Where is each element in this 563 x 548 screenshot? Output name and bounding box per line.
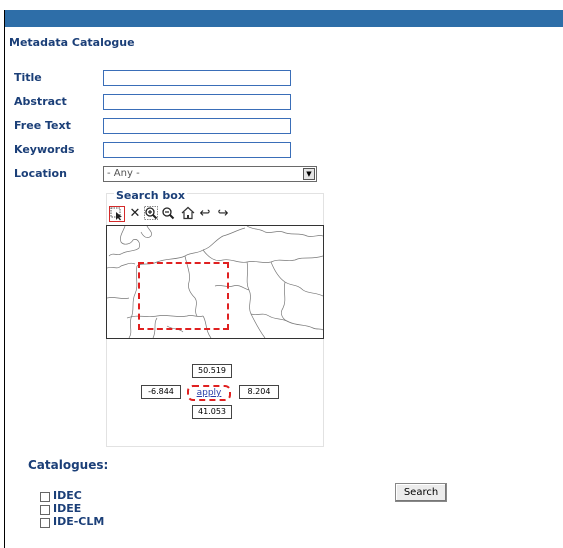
free-text-label: Free Text bbox=[14, 119, 71, 132]
page-title: Metadata Catalogue bbox=[9, 36, 135, 49]
keywords-field[interactable] bbox=[103, 142, 291, 158]
back-icon[interactable]: ↩ bbox=[197, 206, 213, 222]
location-selected-value: - Any - bbox=[107, 168, 140, 179]
north-coordinate-field[interactable]: 50.519 bbox=[192, 364, 232, 378]
abstract-field[interactable] bbox=[103, 94, 291, 110]
apply-link[interactable]: apply bbox=[187, 385, 231, 401]
home-icon[interactable] bbox=[180, 206, 196, 222]
catalogues-label: Catalogues: bbox=[28, 458, 109, 472]
select-tool-icon[interactable] bbox=[109, 206, 125, 222]
south-coordinate-field[interactable]: 41.053 bbox=[192, 405, 232, 419]
search-button[interactable]: Search bbox=[395, 483, 447, 502]
map-toolbar: ✕ ↩ ↪ bbox=[109, 206, 239, 226]
catalogue-checkbox-ide-clm[interactable] bbox=[40, 518, 50, 528]
east-coordinate-field[interactable]: 8.204 bbox=[239, 385, 279, 399]
keywords-label: Keywords bbox=[14, 143, 75, 156]
abstract-label: Abstract bbox=[14, 95, 67, 108]
catalogue-label-idee: IDEE bbox=[53, 502, 82, 515]
title-label: Title bbox=[14, 71, 42, 84]
title-field[interactable] bbox=[103, 70, 291, 86]
west-coordinate-field[interactable]: -6.844 bbox=[141, 385, 181, 399]
catalogue-checkbox-idee[interactable] bbox=[40, 505, 50, 515]
search-box-legend: Search box bbox=[114, 189, 187, 202]
location-select[interactable]: - Any - ▼ bbox=[103, 166, 317, 182]
catalogue-label-idec: IDEC bbox=[53, 489, 82, 502]
chevron-down-icon[interactable]: ▼ bbox=[303, 168, 315, 180]
location-label: Location bbox=[14, 167, 67, 180]
free-text-field[interactable] bbox=[103, 118, 291, 134]
zoom-in-icon[interactable] bbox=[143, 206, 159, 222]
zoom-out-icon[interactable] bbox=[160, 206, 176, 222]
search-map[interactable] bbox=[106, 225, 324, 339]
clear-icon[interactable]: ✕ bbox=[127, 206, 143, 222]
catalogue-checkbox-idec[interactable] bbox=[40, 492, 50, 502]
search-bbox-rectangle[interactable] bbox=[138, 262, 229, 330]
header-bar bbox=[5, 10, 563, 27]
catalogue-label-ide-clm: IDE-CLM bbox=[53, 515, 105, 528]
forward-icon[interactable]: ↪ bbox=[215, 206, 231, 222]
